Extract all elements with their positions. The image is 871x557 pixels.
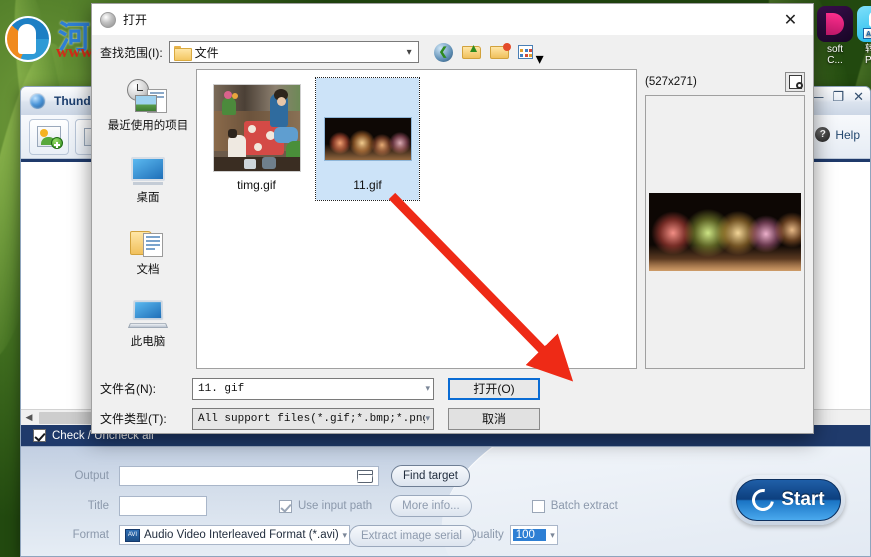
look-in-combo[interactable]: 文件 ▾ <box>168 41 419 63</box>
this-pc-icon <box>100 291 196 331</box>
file-name: timg.gif <box>237 178 276 192</box>
place-this-pc[interactable]: 此电脑 <box>100 291 196 349</box>
output-label: Output <box>74 470 109 482</box>
desktop-icon-pdf-convert[interactable]: A 转换 PDF <box>846 6 871 66</box>
output-input[interactable] <box>119 466 379 486</box>
filetype-select[interactable]: All support files(*.gif;*.bmp;*.png;* ▾ <box>192 407 434 430</box>
filetype-label: 文件类型(T): <box>100 412 167 426</box>
use-input-path-checkbox[interactable] <box>279 499 292 513</box>
format-select[interactable]: AVI Audio Video Interleaved Format (*.av… <box>119 525 350 545</box>
title-input[interactable] <box>119 496 207 516</box>
filename-input[interactable]: 11. gif ▾ <box>192 377 434 400</box>
format-value: Audio Video Interleaved Format (*.avi) <box>144 529 339 541</box>
start-button[interactable]: Start <box>732 475 845 525</box>
add-image-button[interactable] <box>29 118 69 155</box>
up-folder-icon: ▲ <box>467 41 480 55</box>
filename-label: 文件名(N): <box>100 382 156 396</box>
preview-zoom-button[interactable] <box>785 72 805 92</box>
find-target-button[interactable]: Find target <box>391 465 470 487</box>
start-label: Start <box>781 489 825 510</box>
dialog-footer: 文件名(N): 11. gif ▾ 打开(O) 文件类型(T): All sup… <box>92 369 813 433</box>
use-input-path-label: Use input path <box>298 500 373 512</box>
preview-dimensions: (527x271) <box>645 76 697 88</box>
chevron-down-icon: ▾ <box>550 529 555 540</box>
browse-folder-icon[interactable] <box>357 469 373 483</box>
folder-icon <box>173 45 192 61</box>
documents-icon <box>100 219 196 259</box>
place-recent-items[interactable]: 最近使用的项目 <box>100 75 196 133</box>
quality-select[interactable]: 100 ▾ <box>509 525 558 545</box>
dialog-body: 最近使用的项目 桌面 文档 此电脑 timg.gif 11.gif (527x2… <box>92 69 813 369</box>
chevron-down-icon[interactable]: ▾ <box>407 47 412 58</box>
dialog-titlebar: 打开 ✕ <box>92 4 813 35</box>
file-item[interactable]: 11.gif <box>315 77 420 201</box>
look-in-label: 查找范围(I): <box>100 45 163 60</box>
add-image-icon <box>37 126 63 149</box>
up-folder-button[interactable]: ▲ <box>461 41 483 63</box>
help-label: Help <box>835 127 860 142</box>
refresh-icon <box>748 484 779 516</box>
dialog-title: 打开 <box>123 13 148 27</box>
open-dialog-icon <box>100 11 116 28</box>
place-label: 文档 <box>136 264 160 276</box>
filename-value: 11. gif <box>198 382 245 395</box>
place-label: 最近使用的项目 <box>107 120 189 132</box>
quality-value: 100 <box>512 529 547 541</box>
view-mode-button[interactable]: ▾ <box>517 41 547 68</box>
help-link[interactable]: ? Help <box>815 127 860 142</box>
place-desktop[interactable]: 桌面 <box>100 147 196 205</box>
cancel-button[interactable]: 取消 <box>448 407 540 430</box>
recent-items-icon <box>100 75 196 115</box>
check-all-checkbox[interactable] <box>33 429 46 442</box>
dialog-close-button[interactable]: ✕ <box>768 4 813 35</box>
app-title: Thund <box>54 94 91 108</box>
format-label: Format <box>72 529 109 541</box>
look-in-value: 文件 <box>194 45 219 60</box>
fireworks-thumb <box>323 84 412 172</box>
file-list[interactable]: timg.gif 11.gif <box>196 69 637 369</box>
look-in-row: 查找范围(I): 文件 ▾ ❮ ▲ ▾ <box>92 35 813 69</box>
back-button[interactable]: ❮ <box>433 41 455 63</box>
preview-header: (527x271) <box>645 69 805 95</box>
scroll-left-icon[interactable]: ◀ <box>21 409 37 426</box>
desktop-icon <box>100 147 196 187</box>
new-folder-icon <box>502 43 511 51</box>
chevron-down-icon: ▾ <box>342 529 347 540</box>
title-label: Title <box>87 500 109 512</box>
batch-extract-label: Batch extract <box>550 500 618 512</box>
file-name: 11.gif <box>353 178 382 192</box>
options-panel: Output Find target Title Use input path … <box>21 446 870 556</box>
desktop-icon-label2: PDF <box>865 55 871 66</box>
desktop-icon-label: 转换 <box>865 44 871 55</box>
file-item[interactable]: timg.gif <box>205 78 308 200</box>
chevron-down-icon[interactable]: ▾ <box>425 414 430 424</box>
illustration-thumb <box>212 84 301 172</box>
filetype-value: All support files(*.gif;*.bmp;*.png;* <box>198 412 426 425</box>
preview-column: (527x271) <box>637 69 805 369</box>
places-sidebar: 最近使用的项目 桌面 文档 此电脑 <box>100 69 196 369</box>
new-folder-button[interactable] <box>489 41 511 63</box>
close-button[interactable]: ✕ <box>853 90 864 104</box>
place-label: 此电脑 <box>130 336 166 348</box>
preview-box <box>645 95 805 369</box>
app-logo-icon <box>29 92 46 110</box>
help-icon: ? <box>815 127 831 142</box>
chevron-down-icon[interactable]: ▾ <box>536 49 544 69</box>
place-label: 桌面 <box>136 192 160 204</box>
fireworks-preview <box>649 193 801 271</box>
more-info-button[interactable]: More info... <box>390 495 472 517</box>
open-file-dialog: 打开 ✕ 查找范围(I): 文件 ▾ ❮ ▲ ▾ 最近使用的项目 桌面 文档 此… <box>91 3 814 434</box>
avi-icon: AVI <box>125 528 140 542</box>
app-window-controls: — ❐ ✕ <box>810 90 864 104</box>
view-grid-icon <box>517 45 533 59</box>
preview-zoom-icon <box>788 75 803 89</box>
batch-extract-checkbox[interactable] <box>531 499 545 513</box>
place-documents[interactable]: 文档 <box>100 219 196 277</box>
open-button[interactable]: 打开(O) <box>448 377 540 400</box>
back-arrow-icon: ❮ <box>438 46 448 58</box>
extract-image-serial-button[interactable]: Extract image serial <box>349 525 474 547</box>
maximize-button[interactable]: ❐ <box>832 90 844 104</box>
chevron-down-icon[interactable]: ▾ <box>425 384 430 394</box>
